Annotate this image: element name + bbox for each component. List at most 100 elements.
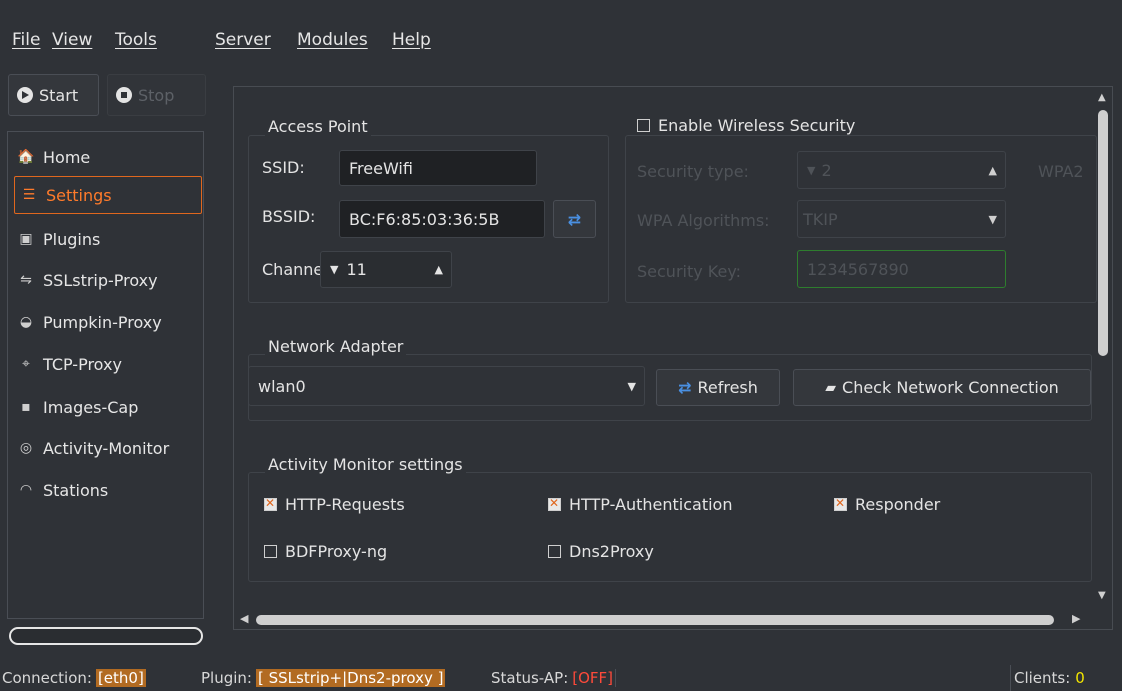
menu-server[interactable]: Server (215, 30, 271, 50)
stop-icon (116, 87, 132, 103)
wpa-algorithms-select[interactable]: TKIP ▼ (797, 200, 1006, 238)
settings-icon: ☰ (22, 187, 36, 203)
start-button[interactable]: Start (8, 74, 99, 116)
network-icon: ▰ (825, 379, 837, 396)
menu-view[interactable]: View (52, 30, 92, 50)
option-bdfproxy-ng[interactable]: BDFProxy-ng (264, 542, 387, 561)
sidebar-item-label: Images-Cap (43, 397, 139, 417)
security-type-spinbox[interactable]: ▼ 2 ▲ (797, 151, 1006, 189)
option-http-authentication[interactable]: HTTP-Authentication (548, 495, 732, 514)
option-label: Responder (855, 495, 941, 514)
generate-bssid-button[interactable]: ⇄ (553, 200, 596, 238)
refresh-button[interactable]: ⇄ Refresh (656, 369, 780, 406)
clients-label: Clients: (1014, 669, 1071, 687)
menu-file[interactable]: File (12, 30, 40, 50)
http-authentication-checkbox[interactable] (548, 496, 561, 511)
vertical-scrollbar[interactable]: ▲ ▼ (1096, 92, 1110, 602)
check-network-connection-button[interactable]: ▰ Check Network Connection (793, 369, 1091, 406)
menu-help[interactable]: Help (392, 30, 431, 50)
chevron-down-icon[interactable]: ▼ (989, 213, 997, 226)
http-requests-checkbox[interactable] (264, 496, 277, 511)
home-icon: 🏠 (17, 149, 35, 165)
status-bar: Connection: [eth0] Plugin: [ SSLstrip+|D… (0, 665, 1122, 691)
stop-label: Stop (138, 85, 175, 105)
chevron-down-icon[interactable]: ▼ (628, 380, 636, 393)
option-label: Dns2Proxy (569, 542, 654, 561)
option-dns2proxy[interactable]: Dns2Proxy (548, 542, 654, 561)
horizontal-scrollbar[interactable]: ◀ ▶ (240, 612, 1090, 628)
proxy-icon: ⇋ (20, 272, 32, 288)
network-adapter-select[interactable]: wlan0 ▼ (248, 366, 645, 406)
security-type-value: 2 (821, 160, 832, 180)
sidebar-item-label: Settings (46, 185, 112, 205)
sidebar-item-tcp-proxy[interactable]: ⌖ TCP-Proxy (12, 345, 200, 383)
refresh-icon: ⇄ (678, 378, 692, 397)
sidebar-item-settings[interactable]: ☰ Settings (14, 176, 202, 214)
ap-status: Status-AP: [OFF] (491, 665, 1011, 691)
eye-icon: ◎ (19, 440, 33, 456)
sidebar-item-label: Pumpkin-Proxy (43, 312, 162, 332)
activity-monitor-title: Activity Monitor settings (265, 455, 466, 474)
tcp-icon: ⌖ (22, 356, 30, 372)
bdfproxy-ng-checkbox[interactable] (264, 545, 277, 558)
chevron-up-icon[interactable]: ▲ (435, 263, 443, 276)
security-key-input[interactable]: 1234567890 (797, 250, 1006, 288)
menu-modules[interactable]: Modules (297, 30, 368, 50)
sidebar-item-home[interactable]: 🏠 Home (12, 138, 200, 176)
plugins-icon: ▣ (19, 231, 33, 247)
vertical-scroll-thumb[interactable] (1098, 110, 1108, 356)
sidebar-item-label: Plugins (43, 229, 101, 249)
sidebar-item-sslstrip-proxy[interactable]: ⇋ SSLstrip-Proxy (12, 261, 200, 299)
security-type-text: WPA2 (1038, 162, 1084, 181)
plugin-value: [ SSLstrip+|Dns2-proxy ] (255, 669, 446, 687)
check-network-connection-label: Check Network Connection (842, 378, 1059, 397)
sidebar-item-stations[interactable]: ◠ Stations (12, 471, 200, 509)
scroll-right-icon[interactable]: ▶ (1072, 612, 1080, 625)
horizontal-scroll-thumb[interactable] (256, 615, 1054, 625)
sidebar-item-label: SSLstrip-Proxy (43, 270, 158, 290)
ap-value: [OFF] (572, 669, 617, 687)
wifi-icon: ◠ (19, 482, 33, 498)
chevron-up-icon[interactable]: ▲ (989, 164, 997, 177)
sidebar-item-label: Home (43, 147, 91, 167)
option-label: HTTP-Authentication (569, 495, 733, 514)
option-http-requests[interactable]: HTTP-Requests (264, 495, 405, 514)
play-icon (17, 87, 33, 103)
sidebar-item-label: Activity-Monitor (43, 438, 170, 458)
scroll-left-icon[interactable]: ◀ (240, 612, 248, 625)
bssid-input[interactable]: BC:F6:85:03:36:5B (339, 200, 545, 238)
security-key-label: Security Key: (637, 262, 742, 281)
start-label: Start (39, 85, 79, 105)
option-label: BDFProxy-ng (285, 542, 388, 561)
chevron-down-icon[interactable]: ▼ (330, 263, 338, 276)
sidebar-item-plugins[interactable]: ▣ Plugins (12, 220, 200, 258)
sidebar-item-pumpkin-proxy[interactable]: ◒ Pumpkin-Proxy (12, 303, 200, 341)
sidebar-item-label: Stations (43, 480, 109, 500)
scroll-up-icon[interactable]: ▲ (1098, 92, 1106, 103)
refresh-icon: ⇄ (567, 209, 582, 229)
pumpkin-icon: ◒ (19, 314, 33, 330)
dns2proxy-checkbox[interactable] (548, 545, 561, 558)
menu-tools[interactable]: Tools (115, 30, 157, 50)
network-adapter-title: Network Adapter (265, 337, 407, 356)
enable-wireless-security-checkbox[interactable] (637, 119, 650, 132)
channel-spinbox[interactable]: ▼ 11 ▲ (320, 251, 452, 288)
chevron-down-icon[interactable]: ▼ (807, 164, 815, 177)
refresh-label: Refresh (697, 378, 758, 397)
bssid-label: BSSID: (262, 207, 316, 226)
option-responder[interactable]: Responder (834, 495, 940, 514)
wpa-algorithms-label: WPA Algorithms: (637, 211, 770, 230)
scroll-down-icon[interactable]: ▼ (1098, 590, 1106, 601)
responder-checkbox[interactable] (834, 496, 847, 511)
sidebar-item-images-cap[interactable]: ▪ Images-Cap (12, 388, 200, 426)
wpa-algorithms-value: TKIP (803, 209, 838, 229)
connection-value: [eth0] (95, 669, 146, 687)
stop-button[interactable]: Stop (107, 74, 206, 116)
ssid-label: SSID: (262, 158, 305, 177)
sidebar-item-activity-monitor[interactable]: ◎ Activity-Monitor (12, 429, 200, 467)
connection-label: Connection: (2, 669, 92, 687)
ssid-input[interactable]: FreeWifi (339, 150, 537, 186)
security-type-label: Security type: (637, 162, 749, 181)
enable-wireless-security-label: Enable Wireless Security (658, 116, 856, 135)
enable-wireless-security-toggle[interactable]: Enable Wireless Security (637, 116, 860, 135)
